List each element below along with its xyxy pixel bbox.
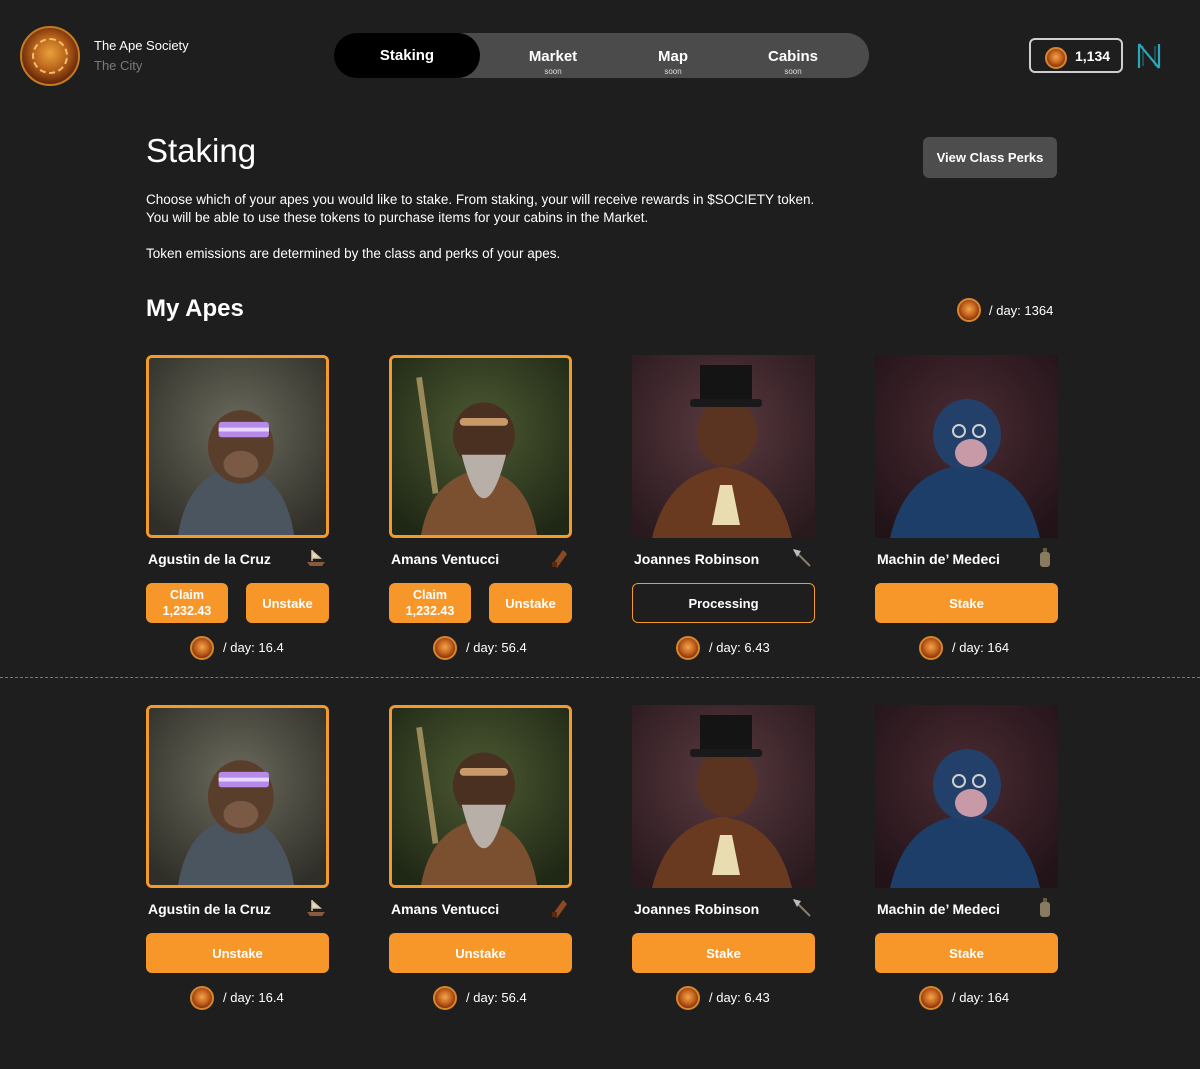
rate-text: / day: 164 — [952, 990, 1010, 1005]
ape-card: Joannes Robinson Stake / day: 6.43 — [632, 705, 815, 1015]
row-divider — [0, 677, 1200, 678]
ape-portrait[interactable] — [632, 355, 815, 538]
ape-name: Amans Ventucci — [391, 551, 500, 567]
ape-name: Joannes Robinson — [634, 551, 760, 567]
stake-button[interactable]: Stake — [875, 933, 1058, 973]
society-coin-icon — [433, 986, 457, 1010]
tab-label: Staking — [379, 47, 435, 64]
claim-button[interactable]: Claim 1,232.43 — [146, 583, 228, 623]
ape-portrait[interactable] — [875, 355, 1058, 538]
society-coin-icon — [433, 636, 457, 660]
tab-map[interactable]: Map soon — [614, 33, 732, 78]
rate-text: / day: 56.4 — [466, 640, 527, 655]
ape-portrait[interactable] — [146, 355, 329, 538]
tab-soon-badge: soon — [664, 67, 682, 76]
claim-amount: 1,232.43 — [162, 604, 212, 618]
ape-portrait[interactable] — [875, 705, 1058, 888]
view-class-perks-button[interactable]: View Class Perks — [923, 137, 1057, 178]
ape-portrait[interactable] — [146, 705, 329, 888]
tab-label: Map — [658, 48, 688, 65]
lantern-icon — [1040, 898, 1050, 917]
ape-name: Machin de’ Medeci — [877, 901, 1000, 917]
ape-card: Agustin de la Cruz Unstake / day: 16.4 — [146, 705, 329, 1015]
ape-card: Agustin de la Cruz Claim 1,232.43 Unstak… — [146, 355, 329, 665]
society-coin-icon — [676, 636, 700, 660]
ape-name: Agustin de la Cruz — [148, 551, 271, 567]
society-logo[interactable] — [20, 26, 80, 86]
total-rate-text: / day: 1364 — [989, 303, 1054, 318]
ship-icon — [307, 550, 325, 566]
my-apes-title: My Apes — [146, 295, 244, 322]
ape-card: Joannes Robinson Processing / day: 6.43 — [632, 355, 815, 665]
rate-text: / day: 56.4 — [466, 990, 527, 1005]
scroll-icon — [552, 900, 567, 918]
daily-rate: / day: 164 — [875, 635, 1058, 661]
page-title: Staking — [146, 132, 257, 169]
balance-amount: 1,134 — [1075, 48, 1111, 64]
ape-card: Machin de’ Medeci Stake / day: 164 — [875, 355, 1058, 665]
scroll-icon — [552, 550, 567, 568]
ape-name: Machin de’ Medeci — [877, 551, 1000, 567]
axe-icon — [793, 549, 811, 567]
tab-staking[interactable]: Staking — [334, 33, 480, 78]
unstake-button[interactable]: Unstake — [389, 933, 572, 973]
tab-cabins[interactable]: Cabins soon — [734, 33, 852, 78]
claim-amount: 1,232.43 — [405, 604, 455, 618]
unstake-button[interactable]: Unstake — [489, 583, 572, 623]
rate-text: / day: 16.4 — [223, 990, 284, 1005]
lantern-icon — [1040, 548, 1050, 567]
society-coin-icon — [190, 636, 214, 660]
rate-text: / day: 16.4 — [223, 640, 284, 655]
society-coin-icon — [676, 986, 700, 1010]
daily-rate: / day: 16.4 — [146, 635, 329, 661]
ape-portrait[interactable] — [389, 355, 572, 538]
daily-rate: / day: 164 — [875, 985, 1058, 1011]
ape-name: Agustin de la Cruz — [148, 901, 271, 917]
rate-text: / day: 6.43 — [709, 990, 770, 1005]
claim-label: Claim — [169, 588, 205, 602]
stake-button[interactable]: Stake — [875, 583, 1058, 623]
daily-rate: / day: 56.4 — [389, 635, 572, 661]
ape-name: Joannes Robinson — [634, 901, 760, 917]
tab-soon-badge: soon — [544, 67, 562, 76]
tab-soon-badge: soon — [784, 67, 802, 76]
brand-subtitle: The City — [94, 58, 143, 73]
society-coin-icon — [919, 986, 943, 1010]
rate-text: / day: 164 — [952, 640, 1010, 655]
claim-label: Claim — [412, 588, 448, 602]
society-coin-icon — [1045, 47, 1067, 69]
tab-market[interactable]: Market soon — [494, 33, 612, 78]
society-coin-icon — [919, 636, 943, 660]
emissions-note: Token emissions are determined by the cl… — [146, 246, 561, 261]
ape-portrait[interactable] — [389, 705, 572, 888]
ape-card: Amans Ventucci Unstake / day: 56.4 — [389, 705, 572, 1015]
society-coin-icon — [190, 986, 214, 1010]
society-coin-icon — [957, 298, 981, 322]
unstake-button[interactable]: Unstake — [246, 583, 329, 623]
tab-label: Market — [528, 48, 578, 65]
token-balance[interactable]: 1,134 — [1029, 38, 1123, 73]
stake-button[interactable]: Stake — [632, 933, 815, 973]
ape-card: Machin de’ Medeci Stake / day: 164 — [875, 705, 1058, 1015]
ape-portrait[interactable] — [632, 705, 815, 888]
main-nav: Staking Market soon Map soon Cabins soon — [334, 33, 869, 78]
daily-rate: / day: 6.43 — [632, 635, 815, 661]
ape-name: Amans Ventucci — [391, 901, 500, 917]
axe-icon — [793, 899, 811, 917]
ape-card: Amans Ventucci Claim 1,232.43 Unstake / … — [389, 355, 572, 665]
tab-label: Cabins — [767, 48, 818, 65]
ship-icon — [307, 900, 325, 916]
brand-name: The Ape Society — [94, 38, 189, 53]
claim-button[interactable]: Claim 1,232.43 — [389, 583, 471, 623]
wallet-n-icon[interactable] — [1136, 42, 1162, 70]
top-bar: The Ape Society The City Staking Market … — [0, 0, 1200, 110]
processing-button[interactable]: Processing — [632, 583, 815, 623]
daily-rate: / day: 56.4 — [389, 985, 572, 1011]
daily-rate: / day: 6.43 — [632, 985, 815, 1011]
rate-text: / day: 6.43 — [709, 640, 770, 655]
daily-rate: / day: 16.4 — [146, 985, 329, 1011]
intro-paragraph: Choose which of your apes you would like… — [146, 192, 815, 225]
unstake-button[interactable]: Unstake — [146, 933, 329, 973]
